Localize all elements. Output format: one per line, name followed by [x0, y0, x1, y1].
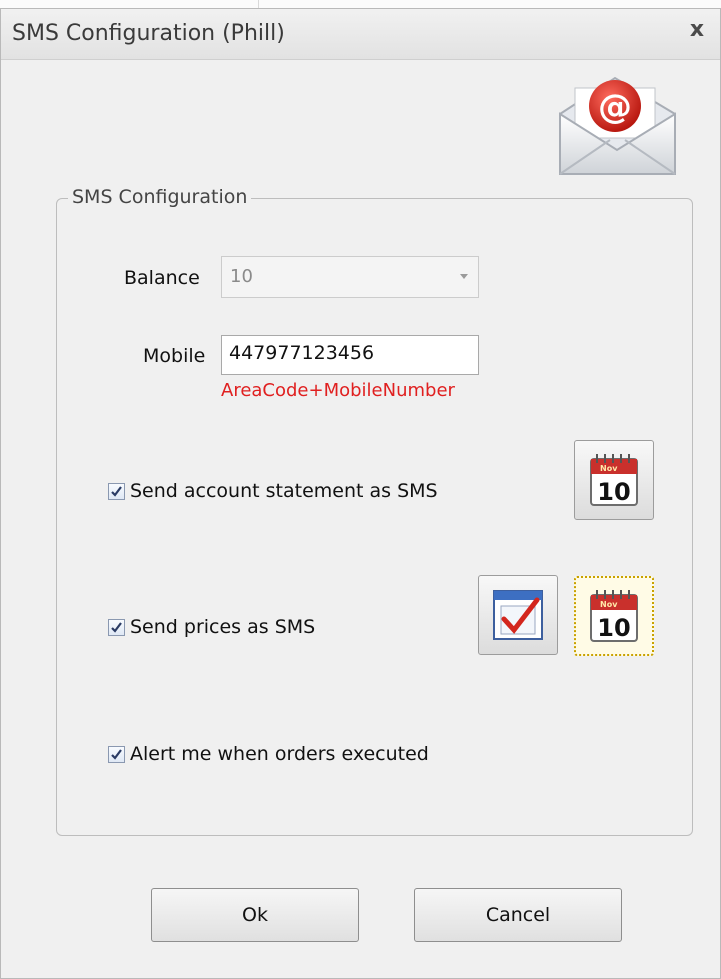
mail-at-icon: @ [559, 76, 676, 175]
account-statement-option: Send account statement as SMS [108, 480, 438, 502]
balance-label: Balance [124, 267, 200, 289]
mobile-input[interactable]: 447977123456 [221, 335, 479, 375]
order-alert-checkbox[interactable] [108, 745, 125, 763]
chevron-down-icon[interactable] [460, 274, 468, 279]
mobile-format-hint: AreaCode+MobileNumber [221, 380, 455, 401]
at-symbol: @ [598, 87, 632, 127]
group-title: SMS Configuration [68, 186, 252, 208]
statement-schedule-button[interactable]: Nov 10 [574, 440, 654, 520]
window-title: SMS Configuration (Phill) [12, 21, 285, 46]
calendar-month: Nov [600, 464, 618, 473]
calendar-day: 10 [597, 478, 630, 506]
account-statement-checkbox[interactable] [108, 482, 125, 500]
calendar-icon: Nov 10 [590, 590, 638, 642]
prices-schedule-button[interactable]: Nov 10 [574, 576, 654, 656]
prices-option: Send prices as SMS [108, 616, 315, 638]
close-button[interactable]: x [684, 17, 710, 43]
calendar-day: 10 [597, 614, 630, 642]
title-bar[interactable]: SMS Configuration (Phill) x [1, 9, 720, 60]
order-alert-option: Alert me when orders executed [108, 743, 429, 765]
balance-dropdown[interactable]: 10 [221, 256, 479, 298]
balance-value: 10 [230, 266, 253, 287]
background-window-strip [0, 0, 721, 8]
prices-checkbox[interactable] [108, 618, 125, 636]
prices-select-button[interactable] [478, 575, 558, 655]
background-divider [258, 0, 259, 8]
account-statement-label[interactable]: Send account statement as SMS [130, 480, 438, 502]
checked-list-icon [493, 590, 543, 640]
calendar-month: Nov [600, 600, 618, 609]
cancel-button[interactable]: Cancel [414, 888, 622, 942]
prices-label[interactable]: Send prices as SMS [130, 616, 315, 638]
ok-button[interactable]: Ok [151, 888, 359, 942]
order-alert-label[interactable]: Alert me when orders executed [130, 743, 429, 765]
calendar-icon: Nov 10 [590, 454, 638, 506]
mobile-label: Mobile [143, 345, 206, 367]
